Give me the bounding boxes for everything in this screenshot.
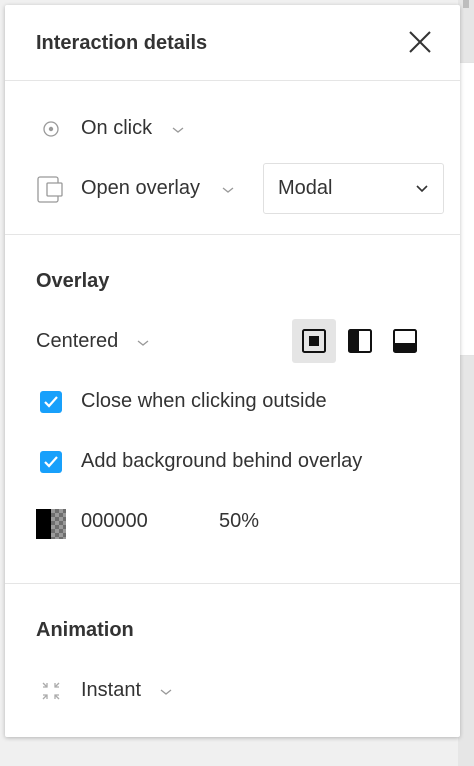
chevron-down-icon xyxy=(160,689,172,695)
action-label: Open overlay xyxy=(81,177,200,199)
overlay-section-title: Overlay xyxy=(36,270,110,292)
background-color-swatch[interactable] xyxy=(36,509,66,539)
center-icon xyxy=(302,329,326,353)
animation-dropdown[interactable]: Instant xyxy=(79,677,179,707)
chevron-down-icon xyxy=(172,127,184,133)
position-bottom-button[interactable] xyxy=(383,319,427,363)
divider xyxy=(5,80,460,81)
background-opacity-input[interactable]: 50% xyxy=(219,510,259,533)
position-center-button[interactable] xyxy=(292,319,336,363)
background-hex-input[interactable]: 000000 xyxy=(81,510,148,533)
background-card xyxy=(458,62,474,356)
close-outside-label: Close when clicking outside xyxy=(81,390,327,412)
divider xyxy=(5,583,460,584)
chevron-down-icon xyxy=(416,185,428,193)
swatch-solid xyxy=(36,509,51,539)
chevron-down-icon xyxy=(222,187,234,193)
checkmark-icon xyxy=(44,456,58,468)
overlay-position-dropdown[interactable]: Centered xyxy=(36,328,156,358)
trigger-dropdown[interactable]: On click xyxy=(79,115,191,145)
swatch-transparency xyxy=(51,509,66,539)
destination-value: Modal xyxy=(278,177,333,199)
position-left-button[interactable] xyxy=(338,319,382,363)
background-scroll-indicator xyxy=(463,0,469,8)
overlay-position-label: Centered xyxy=(36,330,119,352)
trigger-label: On click xyxy=(81,117,153,139)
interaction-details-panel: Interaction details On click Open overla… xyxy=(5,5,460,737)
chevron-down-icon xyxy=(137,340,149,346)
panel-title: Interaction details xyxy=(36,32,208,54)
left-icon xyxy=(348,329,372,353)
close-button[interactable] xyxy=(407,29,433,55)
instant-icon xyxy=(42,682,60,700)
close-icon xyxy=(409,31,431,53)
animation-label: Instant xyxy=(81,679,142,701)
trigger-circle-icon xyxy=(43,121,59,137)
close-outside-checkbox[interactable] xyxy=(40,391,62,413)
action-dropdown[interactable]: Open overlay xyxy=(79,175,249,205)
add-background-checkbox[interactable] xyxy=(40,451,62,473)
checkmark-icon xyxy=(44,396,58,408)
destination-select[interactable]: Modal xyxy=(263,163,444,214)
overlay-frame-icon xyxy=(37,176,63,203)
animation-section-title: Animation xyxy=(36,619,134,641)
bottom-icon xyxy=(393,329,417,353)
add-background-label: Add background behind overlay xyxy=(81,450,363,472)
divider xyxy=(5,234,460,235)
